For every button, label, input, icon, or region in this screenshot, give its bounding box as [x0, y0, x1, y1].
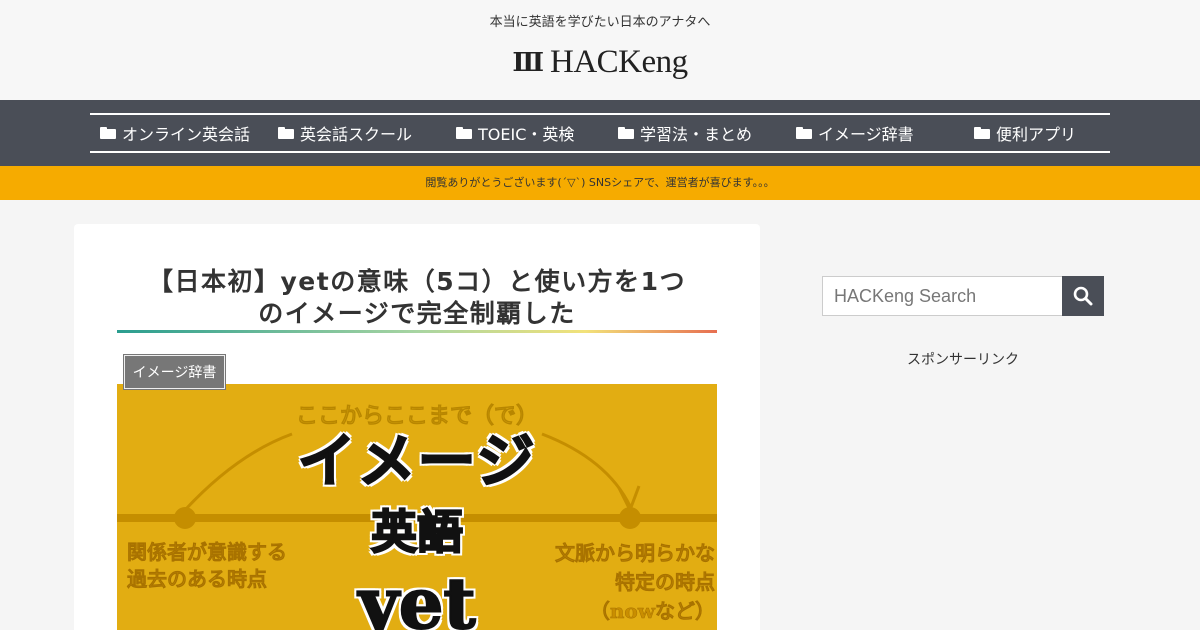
eyecatch-image[interactable]: ここからここまで（で） イメージ 英語 yet 関係者が意識する 過去のある時点… [117, 384, 717, 630]
folder-open-icon [796, 127, 812, 139]
site-tagline: 本当に英語を学びたい日本のアナタへ [489, 15, 711, 30]
nav-item-label: 英会話スクール [300, 125, 413, 144]
nav-item-useful-apps[interactable]: 便利アプリ [974, 121, 1076, 145]
search-button[interactable] [1062, 276, 1104, 316]
notice-bar[interactable]: 閲覧ありがとうございます(´▽`) SNSシェアで、運営者が喜びます。。。 [0, 166, 1200, 200]
search-icon [1073, 286, 1093, 306]
nav-item-toeic-eiken[interactable]: TOEIC・英検 [456, 121, 574, 145]
nav-item-eikaiwa-school[interactable]: 英会話スクール [278, 121, 412, 145]
folder-open-icon [456, 127, 472, 139]
nav-item-label: イメージ辞書 [818, 125, 914, 144]
right-note-line1: 文脈から明らかな [555, 541, 716, 566]
category-label[interactable]: イメージ辞書 [124, 355, 225, 389]
logo-mark-icon: Ⅲ [512, 47, 544, 78]
eyecatch-headline-1: イメージ [297, 426, 537, 496]
left-note-line1: 関係者が意識する [127, 540, 288, 565]
article-card: 【日本初】yetの意味（5コ）と使い方を1つ のイメージで完全制覇した イメージ… [74, 224, 760, 630]
folder-open-icon [278, 127, 294, 139]
site-header: 本当に英語を学びたい日本のアナタへ Ⅲ HACKeng [0, 0, 1200, 100]
eyecatch-left-note: 関係者が意識する 過去のある時点 [127, 539, 288, 593]
nav-item-study-method[interactable]: 学習法・まとめ [618, 121, 752, 145]
article-title: 【日本初】yetの意味（5コ）と使い方を1つ のイメージで完全制覇した [117, 266, 717, 330]
nav-item-image-dictionary[interactable]: イメージ辞書 [796, 121, 914, 145]
title-underline [117, 330, 717, 333]
nav-item-online-eikaiwa[interactable]: オンライン英会話 [100, 121, 250, 145]
sponsor-label: スポンサーリンク [907, 352, 1019, 368]
article-title-line2: のイメージで完全制覇した [258, 299, 576, 328]
nav-item-label: 便利アプリ [996, 125, 1077, 144]
global-nav: オンライン英会話 英会話スクール TOEIC・英検 学習法・まとめ イメージ辞書… [0, 100, 1200, 166]
nav-item-label: オンライン英会話 [122, 125, 251, 144]
logo-text: HACKeng [550, 44, 688, 80]
search-input[interactable] [822, 276, 1062, 316]
folder-open-icon [100, 127, 116, 139]
folder-open-icon [618, 127, 634, 139]
article-title-line1: 【日本初】yetの意味（5コ）と使い方を1つ [148, 267, 686, 296]
folder-open-icon [974, 127, 990, 139]
nav-item-label: TOEIC・英検 [478, 125, 575, 144]
left-note-line2: 過去のある時点 [127, 567, 268, 592]
nav-menu: オンライン英会話 英会話スクール TOEIC・英検 学習法・まとめ イメージ辞書… [90, 113, 1110, 153]
nav-item-label: 学習法・まとめ [640, 125, 753, 144]
right-note-line2: 特定の時点 [615, 570, 716, 595]
sidebar-search [822, 276, 1104, 316]
right-note-line3: （nowなど） [589, 599, 716, 624]
eyecatch-right-note: 文脈から明らかな 特定の時点 （nowなど） [555, 539, 716, 626]
site-logo[interactable]: Ⅲ HACKeng [0, 44, 1200, 81]
